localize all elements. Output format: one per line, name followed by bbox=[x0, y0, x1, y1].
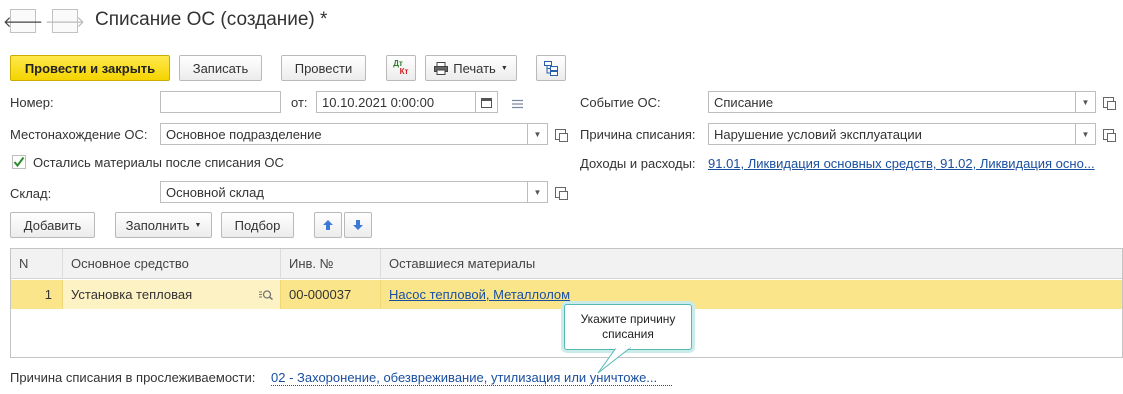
event-label: Событие ОС: bbox=[580, 95, 661, 110]
print-label: Печать bbox=[453, 60, 496, 76]
table-cell-inv[interactable]: 00-000037 bbox=[281, 280, 381, 309]
column-header-materials[interactable]: Оставшиеся материалы bbox=[381, 249, 1122, 279]
move-down-button[interactable] bbox=[344, 212, 372, 238]
table-cell-materials[interactable]: Насос тепловой, Металлолом bbox=[381, 280, 1122, 309]
dt-kt-button[interactable]: Дт Кт bbox=[386, 55, 416, 81]
dt-kt-icon-bottom: Кт bbox=[399, 67, 409, 76]
table-cell-asset[interactable]: Установка тепловая bbox=[63, 280, 281, 309]
arrow-up-icon bbox=[323, 220, 333, 230]
post-button[interactable]: Провести bbox=[281, 55, 366, 81]
add-row-button[interactable]: Добавить bbox=[10, 212, 95, 238]
print-button[interactable]: Печать ▼ bbox=[425, 55, 517, 81]
number-field[interactable] bbox=[160, 91, 281, 113]
arrow-left-icon: 🡐 bbox=[2, 13, 44, 31]
chevron-down-icon: ▼ bbox=[194, 221, 202, 229]
chevron-down-icon: ▼ bbox=[1081, 129, 1090, 139]
open-icon bbox=[554, 128, 568, 142]
selection-button[interactable]: Подбор bbox=[221, 212, 294, 238]
back-button[interactable]: 🡐 bbox=[3, 9, 43, 33]
open-icon bbox=[554, 186, 568, 200]
chevron-down-icon: ▼ bbox=[533, 129, 542, 139]
event-dropdown-button[interactable]: ▼ bbox=[1076, 91, 1096, 113]
fill-label: Заполнить bbox=[125, 217, 190, 233]
materials-checkbox[interactable] bbox=[12, 155, 26, 169]
structure-button[interactable] bbox=[536, 55, 566, 81]
location-field[interactable]: Основное подразделение bbox=[160, 123, 528, 145]
warehouse-dropdown-button[interactable]: ▼ bbox=[528, 181, 548, 203]
hierarchy-icon bbox=[544, 61, 558, 76]
calendar-icon bbox=[481, 97, 492, 108]
move-up-button[interactable] bbox=[314, 212, 342, 238]
search-icon[interactable] bbox=[258, 289, 274, 300]
location-label: Местонахождение ОС: bbox=[10, 127, 148, 142]
open-icon bbox=[1102, 128, 1116, 142]
hint-tooltip: Укажите причину списания bbox=[564, 304, 692, 350]
warehouse-field[interactable]: Основной склад bbox=[160, 181, 528, 203]
column-header-n[interactable]: N bbox=[11, 249, 63, 279]
page-title: Списание ОС (создание) * bbox=[95, 9, 328, 30]
tracking-reason-label: Причина списания в прослеживаемости: bbox=[10, 370, 256, 385]
checkmark-icon bbox=[13, 156, 25, 168]
reason-open-button[interactable] bbox=[1098, 123, 1118, 145]
printer-icon bbox=[434, 61, 449, 75]
materials-link[interactable]: Насос тепловой, Металлолом bbox=[389, 287, 570, 302]
location-dropdown-button[interactable]: ▼ bbox=[528, 123, 548, 145]
chevron-down-icon: ▼ bbox=[500, 64, 508, 72]
arrow-right-icon: 🡒 bbox=[44, 13, 86, 31]
warehouse-open-button[interactable] bbox=[550, 181, 570, 203]
reason-field[interactable]: Нарушение условий эксплуатации bbox=[708, 123, 1076, 145]
tracking-reason-link[interactable]: 02 - Захоронение, обезвреживание, утилиз… bbox=[271, 370, 672, 386]
reason-dropdown-button[interactable]: ▼ bbox=[1076, 123, 1096, 145]
materials-checkbox-label[interactable]: Остались материалы после списания ОС bbox=[33, 155, 284, 170]
arrow-down-icon bbox=[353, 220, 363, 230]
column-header-inv[interactable]: Инв. № bbox=[281, 249, 381, 279]
column-header-asset[interactable]: Основное средство bbox=[63, 249, 281, 279]
warehouse-label: Склад: bbox=[10, 186, 52, 201]
number-label: Номер: bbox=[10, 95, 54, 110]
event-field[interactable]: Списание bbox=[708, 91, 1076, 113]
comment-icon[interactable] bbox=[511, 97, 524, 112]
fill-button[interactable]: Заполнить ▼ bbox=[115, 212, 212, 238]
forward-button[interactable]: 🡒 bbox=[45, 9, 85, 33]
post-and-close-button[interactable]: Провести и закрыть bbox=[10, 55, 170, 81]
calendar-button[interactable] bbox=[476, 91, 498, 113]
table-cell-n[interactable]: 1 bbox=[11, 280, 63, 309]
chevron-down-icon: ▼ bbox=[533, 187, 542, 197]
save-button[interactable]: Записать bbox=[179, 55, 262, 81]
date-label: от: bbox=[291, 95, 308, 110]
hint-tooltip-text: Укажите причину списания bbox=[580, 312, 676, 341]
asset-value: Установка тепловая bbox=[71, 287, 193, 302]
reason-label: Причина списания: bbox=[580, 127, 696, 142]
chevron-down-icon: ▼ bbox=[1081, 97, 1090, 107]
event-open-button[interactable] bbox=[1098, 91, 1118, 113]
income-label: Доходы и расходы: bbox=[580, 156, 696, 171]
date-field[interactable]: 10.10.2021 0:00:00 bbox=[316, 91, 476, 113]
income-link[interactable]: 91.01, Ликвидация основных средств, 91.0… bbox=[708, 156, 1108, 171]
location-open-button[interactable] bbox=[550, 123, 570, 145]
open-icon bbox=[1102, 96, 1116, 110]
